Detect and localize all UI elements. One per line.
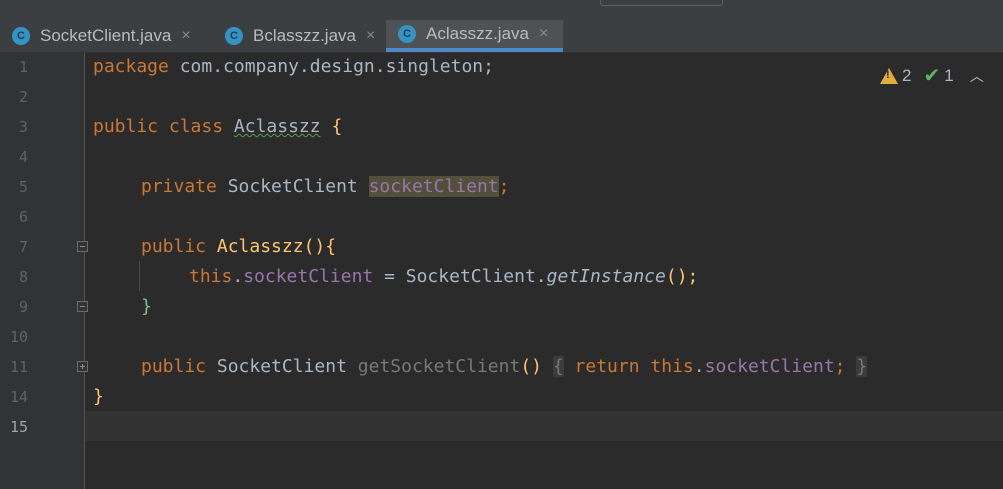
brace: } bbox=[141, 296, 152, 317]
line-number: 5 bbox=[18, 178, 28, 196]
search-box-edge[interactable] bbox=[600, 0, 723, 6]
typo-check-icon: ✔ bbox=[923, 65, 941, 87]
field-name: socketClient bbox=[704, 356, 835, 377]
current-line-highlight bbox=[85, 411, 1003, 441]
dot: . bbox=[232, 266, 244, 287]
field-name: socketClient bbox=[243, 266, 374, 287]
code-line-5: private SocketClient socketClient; bbox=[141, 172, 509, 202]
line-number: 1 bbox=[18, 58, 28, 76]
java-class-icon: C bbox=[12, 27, 30, 45]
warning-icon bbox=[880, 67, 898, 84]
line-number: 6 bbox=[18, 208, 28, 226]
line-number: 4 bbox=[18, 148, 28, 166]
tab-label: Aclasszz.java bbox=[426, 24, 529, 43]
line-number: 3 bbox=[18, 118, 28, 136]
chevron-up-icon[interactable]: ︿ bbox=[970, 66, 984, 86]
dot: . bbox=[693, 356, 705, 377]
keyword: public class bbox=[93, 116, 224, 137]
line-number: 11 bbox=[9, 358, 28, 376]
tab-socketclient[interactable]: C SocketClient.java × bbox=[0, 20, 191, 52]
class-name: Aclasszz bbox=[233, 116, 321, 137]
package-name: com.company.design.singleton; bbox=[168, 56, 494, 77]
call-tail: (); bbox=[665, 266, 699, 287]
line-number: 14 bbox=[9, 388, 28, 406]
java-class-icon: C bbox=[398, 25, 416, 43]
keyword: return bbox=[574, 356, 640, 377]
fold-expand-icon[interactable] bbox=[77, 361, 88, 372]
code-line-8: this.socketClient = SocketClient.getInst… bbox=[189, 262, 698, 292]
parens: () bbox=[520, 356, 543, 377]
semicolon: ; bbox=[834, 356, 846, 377]
folded-brace-close[interactable]: } bbox=[856, 356, 868, 377]
type-name: SocketClient bbox=[216, 356, 347, 377]
tab-bclasszz[interactable]: C Bclasszz.java × bbox=[213, 20, 375, 52]
java-class-icon: C bbox=[225, 27, 243, 45]
line-number: 9 bbox=[18, 298, 28, 316]
this-keyword: this bbox=[189, 266, 233, 287]
line-number: 8 bbox=[18, 268, 28, 286]
parens: (){ bbox=[303, 236, 337, 257]
code-line-14: } bbox=[93, 382, 104, 412]
constructor-name: Aclasszz bbox=[216, 236, 304, 257]
tab-aclasszz[interactable]: C Aclasszz.java × bbox=[386, 20, 563, 52]
close-icon[interactable]: × bbox=[366, 27, 375, 45]
indent-guide bbox=[139, 261, 140, 291]
close-icon[interactable]: × bbox=[181, 27, 190, 45]
semicolon: ; bbox=[498, 176, 510, 197]
brace: { bbox=[331, 116, 343, 137]
folded-brace-open[interactable]: { bbox=[552, 356, 564, 377]
keyword: private bbox=[141, 176, 217, 197]
line-number-current: 15 bbox=[9, 418, 28, 436]
this-keyword: this bbox=[650, 356, 694, 377]
tab-label: SocketClient.java bbox=[40, 26, 172, 45]
typo-count: 1 bbox=[944, 65, 954, 85]
line-number: 2 bbox=[18, 88, 28, 106]
code-line-1: package com.company.design.singleton; bbox=[93, 52, 494, 82]
line-number: 7 bbox=[18, 238, 28, 256]
fold-end-icon[interactable] bbox=[77, 301, 88, 312]
fold-collapse-icon[interactable] bbox=[77, 241, 88, 252]
method-call: getInstance bbox=[546, 266, 666, 287]
field-name: socketClient bbox=[368, 176, 499, 197]
brace: } bbox=[93, 386, 104, 407]
close-icon[interactable]: × bbox=[539, 25, 548, 43]
keyword: public bbox=[141, 356, 207, 377]
code-line-3: public class Aclasszz { bbox=[93, 112, 342, 142]
editor-tab-bar: C SocketClient.java × C Bclasszz.java × … bbox=[0, 10, 1003, 53]
assignment: = SocketClient. bbox=[373, 266, 547, 287]
tab-label: Bclasszz.java bbox=[253, 26, 356, 45]
code-line-9: } bbox=[141, 292, 152, 322]
method-name: getSocketClient bbox=[357, 356, 521, 377]
line-number: 10 bbox=[9, 328, 28, 346]
type-name: SocketClient bbox=[227, 176, 358, 197]
warning-count: 2 bbox=[902, 65, 912, 85]
inspection-widget[interactable]: 2 ✔ 1 ︿ bbox=[880, 63, 984, 88]
code-line-7: public Aclasszz(){ bbox=[141, 232, 336, 262]
title-strip bbox=[0, 0, 1003, 10]
keyword: package bbox=[93, 56, 169, 77]
keyword: public bbox=[141, 236, 207, 257]
line-number-gutter[interactable]: 1 2 3 4 5 6 7 8 9 10 11 14 15 bbox=[0, 53, 88, 489]
code-line-11: public SocketClient getSocketClient() { … bbox=[141, 352, 868, 382]
